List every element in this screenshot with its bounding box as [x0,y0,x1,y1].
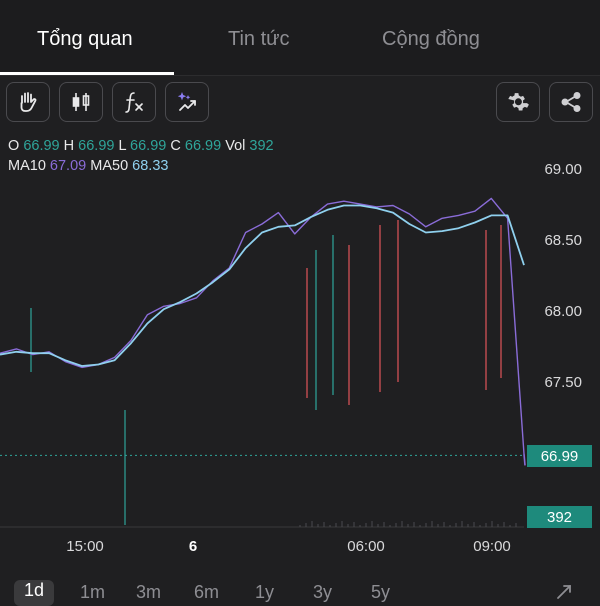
share-button[interactable] [549,82,593,122]
ma10-value: 67.09 [49,158,87,174]
volume-label: Vol [225,138,246,154]
gear-icon [508,93,529,111]
settings-button[interactable] [496,82,540,122]
current-volume-tag: 392 [527,506,592,528]
candlestick-icon [72,93,90,111]
x-tick-label: 6 [188,538,198,555]
tab-overview[interactable]: Tổng quan [37,28,133,51]
share-icon [561,92,581,112]
hand-icon [20,92,37,112]
x-tick-label: 09:00 [473,538,511,555]
y-tick-label: 67.50 [544,374,582,391]
open-value: 66.99 [23,138,60,154]
volume-value: 392 [249,138,274,154]
tab-community[interactable]: Cộng đồng [382,28,480,51]
high-label: H [63,138,75,154]
indicator-function-button[interactable] [112,82,156,122]
tab-divider [0,75,600,76]
y-tick-label: 69.00 [544,161,582,178]
ohlc-legend: O 66.99 H 66.99 L 66.99 C 66.99 Vol 392 [8,138,274,154]
function-icon [125,92,143,113]
close-label: C [170,138,181,154]
ma10-label: MA10 [8,158,46,174]
chart-toolbar [0,82,600,126]
low-value: 66.99 [130,138,167,154]
sparkle-chart-icon [177,92,196,111]
moving-average-legend: MA10 67.09 MA50 68.33 [8,158,168,174]
price-drop-line [523,453,526,466]
ma50-value: 68.33 [132,158,169,174]
ai-analysis-button[interactable] [165,82,209,122]
high-value: 66.99 [78,138,115,154]
time-range-selector: 1d 1m 3m 6m 1y 3y 5y [0,574,600,606]
low-label: L [118,138,127,154]
ma50-label: MA50 [90,158,129,174]
current-price-tag: 66.99 [527,445,592,467]
close-value: 66.99 [184,138,222,154]
y-tick-label: 68.50 [544,232,582,249]
series-line-ma10 [0,197,525,455]
x-tick-label: 15:00 [66,538,104,555]
top-tab-bar: Tổng quan Tin tức Cộng đồng [0,0,600,76]
chart-type-button[interactable] [59,82,103,122]
open-label: O [8,138,20,154]
x-tick-label: 06:00 [347,538,385,555]
y-tick-label: 68.00 [544,303,582,320]
tab-news[interactable]: Tin tức [228,28,290,51]
pan-tool-button[interactable] [6,82,50,122]
series-line-ma50 [0,204,525,367]
range-1d[interactable]: 1d [14,580,55,606]
expand-icon[interactable] [554,582,574,600]
